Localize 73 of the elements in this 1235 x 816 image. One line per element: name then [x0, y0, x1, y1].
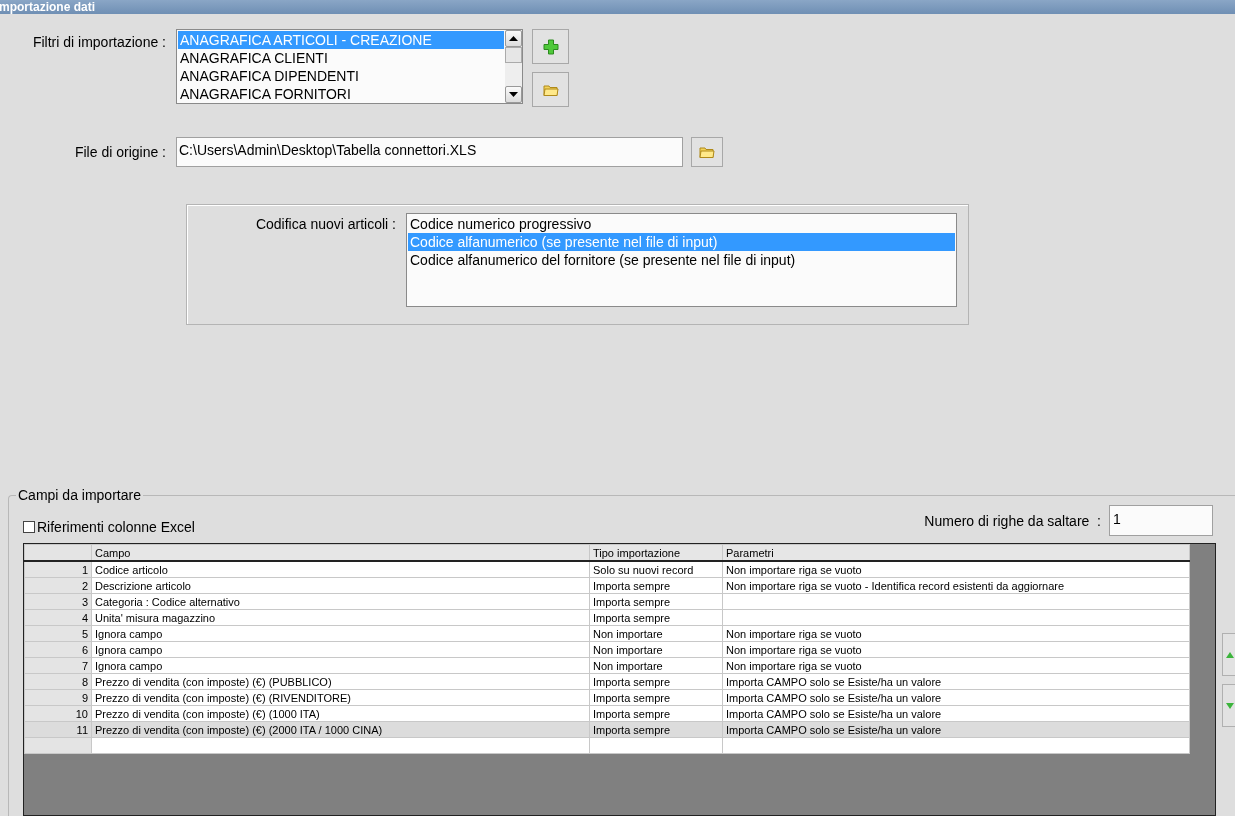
coding-label: Codifica nuovi articoli :	[254, 216, 397, 232]
table-row[interactable]: 8 Prezzo di vendita (con imposte) (€) (PUBBLICO) Importa sempre Importa CAMPO solo se Esiste/ha un valore	[24, 673, 1190, 690]
fields-group-title: Campi da importare	[16, 487, 143, 503]
column-header[interactable]: Tipo importazione	[589, 544, 723, 561]
coding-listbox[interactable]: Codice numerico progressivo Codice alfanumerico (se presente nel file di input) Codice alfanumerico del fornitore (se presente nel file di input)	[406, 213, 957, 307]
table-cell: Unita' misura magazzino	[91, 609, 590, 626]
filters-label: Filtri di importazione :	[31, 34, 167, 50]
table-cell: Codice articolo	[91, 561, 590, 578]
table-cell: Non importare	[589, 657, 723, 674]
coding-option[interactable]: Codice alfanumerico del fornitore (se presente nel file di input)	[408, 251, 955, 269]
browse-button[interactable]	[691, 137, 723, 167]
table-cell: Non importare riga se vuoto	[722, 657, 1190, 674]
plus-icon	[542, 38, 559, 55]
table-cell: Ignora campo	[91, 657, 590, 674]
table-cell: Importa CAMPO solo se Esiste/ha un valore	[722, 705, 1190, 722]
source-file-field[interactable]: C:\Users\Admin\Desktop\Tabella connettori.XLS	[176, 137, 683, 167]
table-cell: Descrizione articolo	[91, 577, 590, 594]
table-cell: Non importare	[589, 641, 723, 658]
table-cell: Solo su nuovi record	[589, 561, 723, 578]
table-cell: Prezzo di vendita (con imposte) (€) (RIVENDITORE)	[91, 689, 590, 706]
table-cell: Importa CAMPO solo se Esiste/ha un valore	[722, 673, 1190, 690]
table-row[interactable]: 9 Prezzo di vendita (con imposte) (€) (RIVENDITORE) Importa sempre Importa CAMPO solo se Esiste/ha un valore	[24, 689, 1190, 706]
table-row[interactable]: 11 Prezzo di vendita (con imposte) (€) (2000 ITA / 1000 CINA) Importa sempre Importa CAMPO solo se Esiste/ha un valore	[24, 721, 1190, 738]
table-cell: Importa sempre	[589, 705, 723, 722]
add-button[interactable]	[532, 29, 569, 64]
filter-item[interactable]: ANAGRAFICA FORNITORI	[178, 85, 504, 103]
window-title: mportazione dati	[0, 0, 95, 14]
source-file-label: File di origine :	[73, 144, 167, 160]
folder-icon	[542, 82, 559, 97]
filter-item[interactable]: ANAGRAFICA CLIENTI	[178, 49, 504, 67]
table-row[interactable]: 7 Ignora campo Non importare Non importare riga se vuoto	[24, 657, 1190, 674]
table-row[interactable]: 3 Categoria : Codice alternativo Importa sempre	[24, 593, 1190, 610]
folder-icon	[699, 145, 715, 159]
table-cell: Non importare riga se vuoto	[722, 561, 1190, 578]
column-header[interactable]: Campo	[91, 544, 590, 561]
scrollbar[interactable]	[505, 30, 522, 103]
table-cell: Non importare	[589, 625, 723, 642]
table-cell: Importa CAMPO solo se Esiste/ha un valore	[722, 689, 1190, 706]
open-folder-button[interactable]	[532, 72, 569, 107]
scroll-up-button[interactable]	[505, 30, 522, 47]
table-cell: Ignora campo	[91, 625, 590, 642]
filters-listbox[interactable]: ANAGRAFICA ARTICOLI - CREAZIONE ANAGRAFICA CLIENTI ANAGRAFICA DIPENDENTI ANAGRAFICA FORNITORI	[176, 29, 523, 104]
table-row[interactable]: 5 Ignora campo Non importare Non importare riga se vuoto	[24, 625, 1190, 642]
table-row[interactable]: 10 Prezzo di vendita (con imposte) (€) (1000 ITA) Importa sempre Importa CAMPO solo se Esiste/ha un valore	[24, 705, 1190, 722]
table-row[interactable]: 6 Ignora campo Non importare Non importare riga se vuoto	[24, 641, 1190, 658]
table-cell: Importa sempre	[589, 577, 723, 594]
filter-item[interactable]: ANAGRAFICA DIPENDENTI	[178, 67, 504, 85]
table-cell: Importa sempre	[589, 593, 723, 610]
table-cell: Prezzo di vendita (con imposte) (€) (1000 ITA)	[91, 705, 590, 722]
excel-refs-checkbox[interactable]	[23, 521, 35, 533]
coding-option[interactable]: Codice numerico progressivo	[408, 215, 955, 233]
table-row[interactable]: 2 Descrizione articolo Importa sempre Non importare riga se vuoto - Identifica record esistenti da aggiornare	[24, 577, 1190, 594]
column-header[interactable]: Parametri	[722, 544, 1190, 561]
table-cell: Importa sempre	[589, 673, 723, 690]
table-cell: Non importare riga se vuoto	[722, 625, 1190, 642]
table-cell: Non importare riga se vuoto - Identifica record esistenti da aggiornare	[722, 577, 1190, 594]
table-row[interactable]: 1 Codice articolo Solo su nuovi record Non importare riga se vuoto	[24, 561, 1190, 578]
up-arrow-icon	[509, 36, 518, 41]
table-cell: Importa sempre	[589, 609, 723, 626]
down-arrow-icon	[1226, 702, 1234, 709]
skip-rows-field[interactable]: 1	[1109, 505, 1213, 536]
table-cell: Categoria : Codice alternativo	[91, 593, 590, 610]
table-cell: Importa sempre	[589, 689, 723, 706]
table-cell: Non importare riga se vuoto	[722, 641, 1190, 658]
up-arrow-icon	[1226, 651, 1234, 658]
table-row[interactable]: 4 Unita' misura magazzino Importa sempre	[24, 609, 1190, 626]
skip-rows-label: Numero di righe da saltare :	[924, 512, 1101, 529]
scroll-thumb[interactable]	[505, 47, 522, 63]
table-cell: Prezzo di vendita (con imposte) (€) (PUBBLICO)	[91, 673, 590, 690]
down-arrow-icon	[509, 92, 518, 97]
table-cell: Ignora campo	[91, 641, 590, 658]
excel-refs-label: Riferimenti colonne Excel	[37, 519, 195, 535]
scroll-down-button[interactable]	[505, 86, 522, 103]
